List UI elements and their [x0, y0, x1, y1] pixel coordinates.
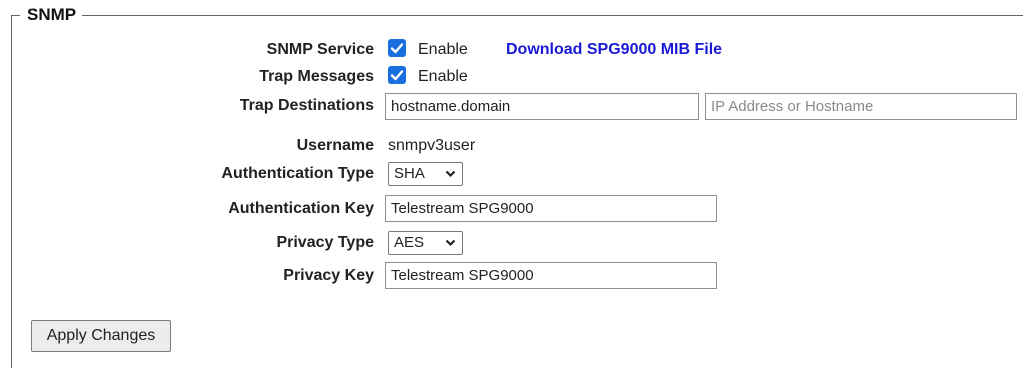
username-label: Username	[296, 137, 374, 154]
auth-type-selected-value: SHA	[394, 165, 425, 182]
download-mib-link[interactable]: Download SPG9000 MIB File	[506, 40, 722, 60]
chevron-down-icon	[445, 239, 456, 247]
checkmark-icon	[390, 43, 404, 54]
auth-type-label: Authentication Type	[221, 165, 374, 182]
trap-messages-enable-label: Enable	[418, 68, 468, 85]
chevron-down-icon	[445, 170, 456, 178]
trap-destination-2-input[interactable]	[705, 93, 1017, 120]
auth-key-label: Authentication Key	[228, 200, 374, 217]
auth-type-select[interactable]: SHA	[388, 162, 463, 186]
fieldset-border-top	[11, 15, 1023, 16]
trap-destinations-label: Trap Destinations	[239, 97, 374, 114]
trap-destination-1-input[interactable]	[385, 93, 699, 120]
privacy-key-label: Privacy Key	[283, 267, 374, 284]
checkmark-icon	[390, 70, 404, 81]
privacy-type-selected-value: AES	[394, 234, 425, 251]
section-legend: SNMP	[20, 5, 83, 25]
fieldset-border-left	[11, 15, 12, 368]
privacy-type-label: Privacy Type	[276, 234, 374, 251]
snmp-service-label: SNMP Service	[266, 41, 374, 58]
snmp-service-checkbox[interactable]	[388, 39, 406, 57]
privacy-type-select[interactable]: AES	[388, 231, 463, 255]
trap-messages-checkbox[interactable]	[388, 66, 406, 84]
snmp-service-enable-label: Enable	[418, 41, 468, 58]
auth-key-input[interactable]	[385, 195, 717, 222]
apply-changes-button[interactable]: Apply Changes	[31, 320, 171, 352]
privacy-key-input[interactable]	[385, 262, 717, 289]
trap-messages-label: Trap Messages	[259, 68, 374, 85]
username-value: snmpv3user	[388, 137, 476, 154]
